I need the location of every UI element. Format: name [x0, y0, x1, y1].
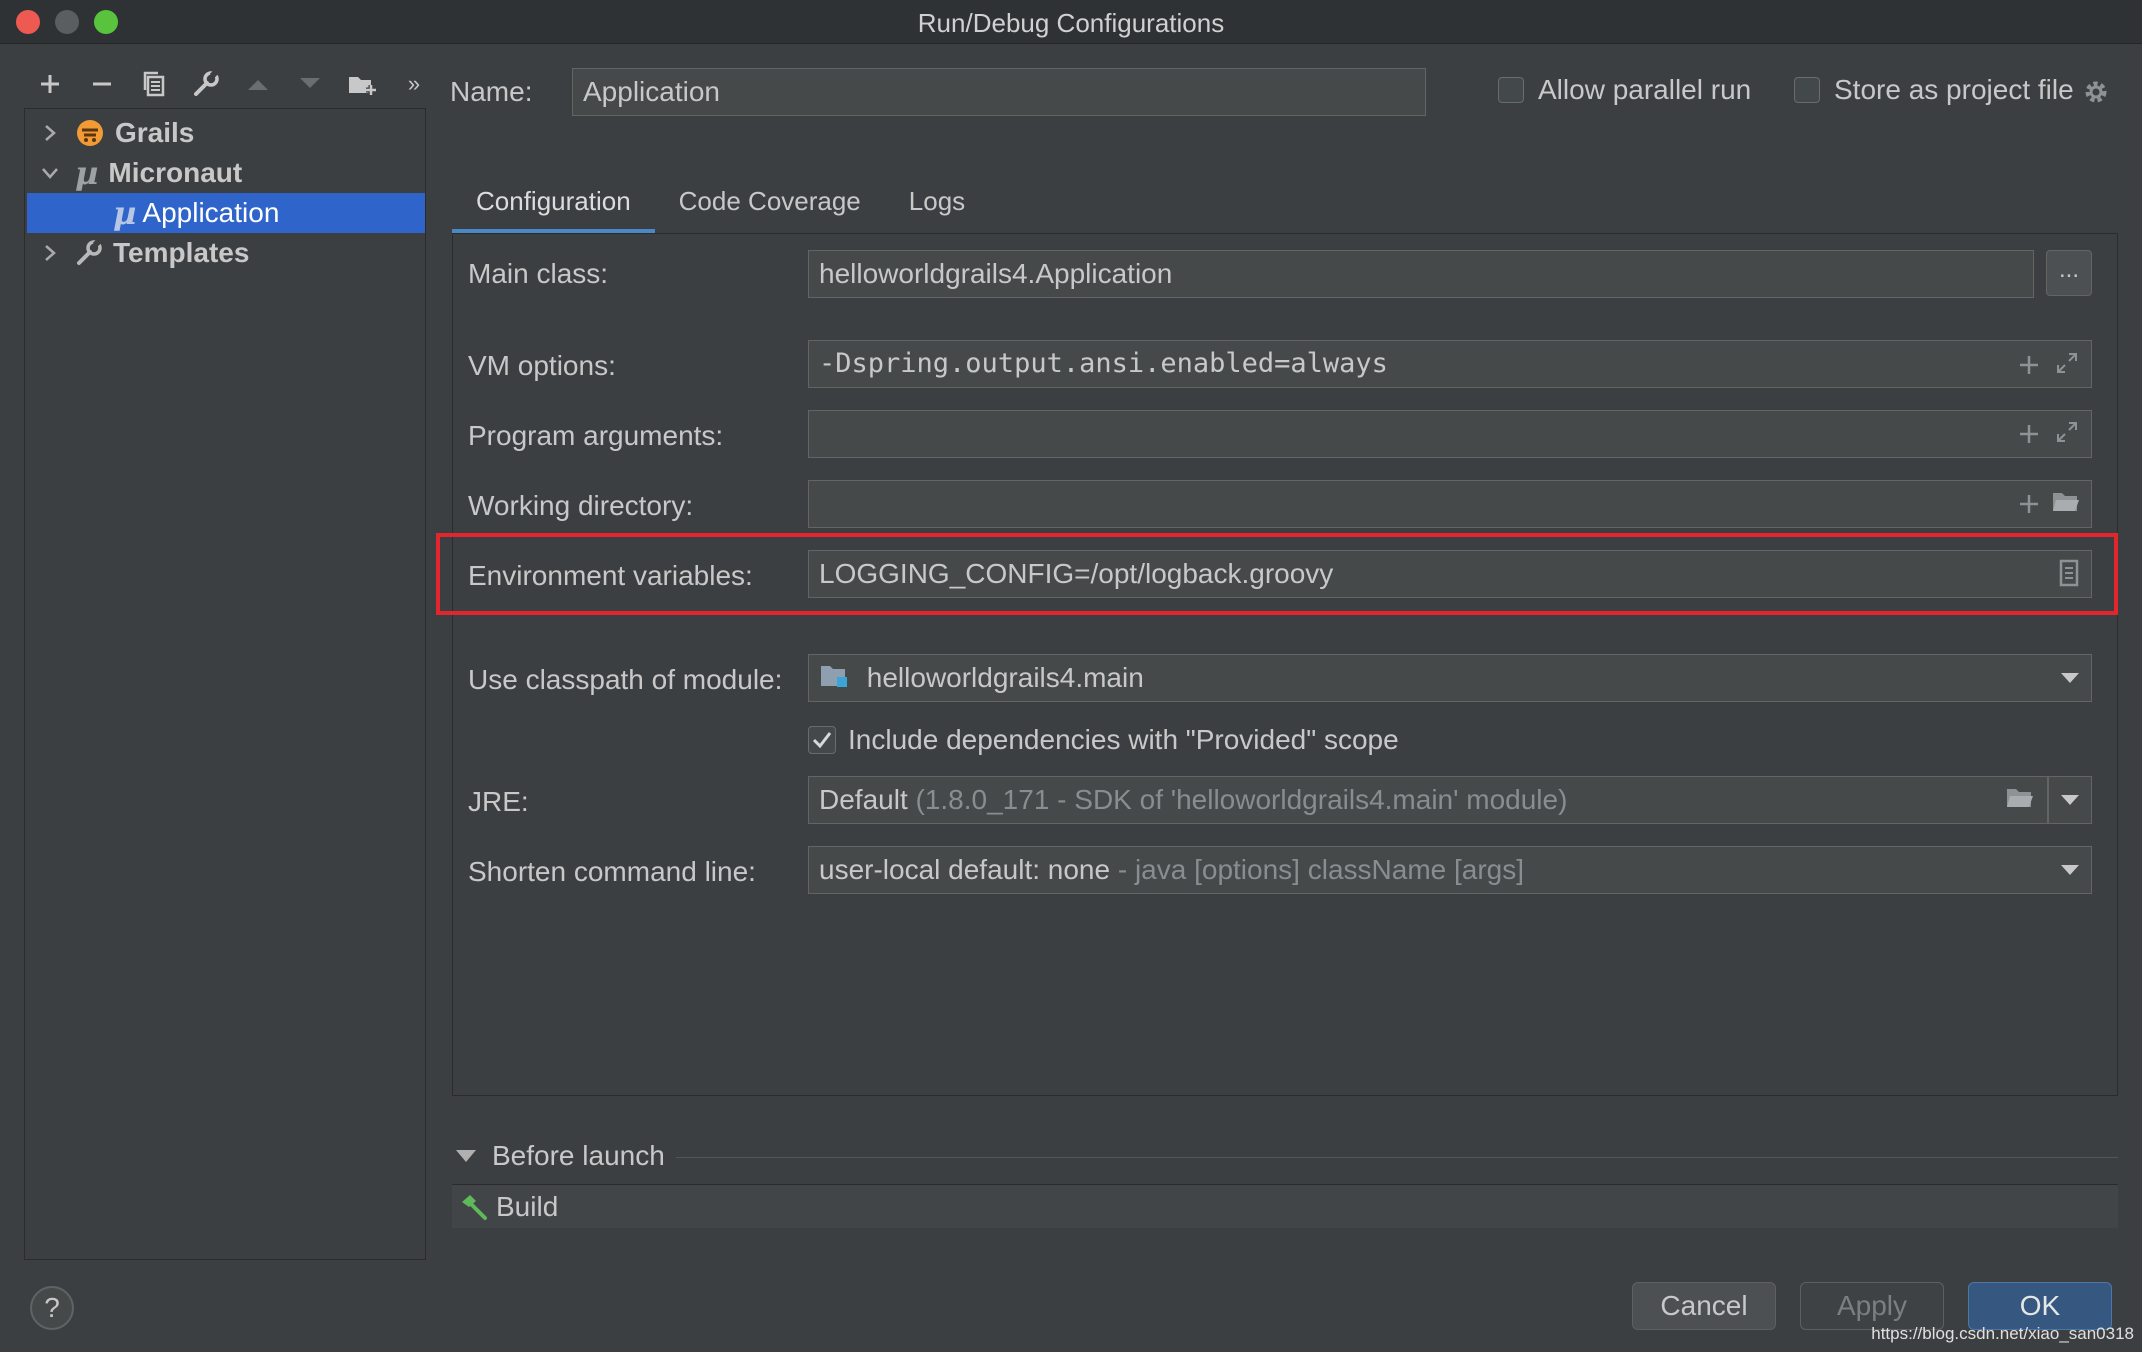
micronaut-icon: µ — [113, 194, 137, 232]
title-bar: Run/Debug Configurations — [0, 0, 2142, 44]
working-directory-label: Working directory: — [468, 490, 694, 521]
tree-item-application[interactable]: µ Application — [27, 193, 425, 233]
allow-parallel-run-label: Allow parallel run — [1538, 74, 1752, 105]
name-label: Name: — [450, 76, 533, 107]
shorten-command-line-label: Shorten command line: — [468, 856, 756, 887]
environment-variables-input[interactable]: LOGGING_CONFIG=/opt/logback.groovy — [808, 550, 2092, 598]
name-input[interactable]: Application — [572, 68, 1426, 116]
tree-item-label: Micronaut — [108, 157, 243, 188]
arrow-down-icon[interactable] — [284, 64, 336, 104]
build-task-label: Build — [496, 1190, 559, 1222]
chevron-down-icon[interactable] — [2061, 673, 2079, 683]
store-as-project-file-checkbox[interactable] — [1794, 77, 1820, 103]
main-class-input[interactable]: helloworldgrails4.Application — [808, 250, 2034, 298]
expand-icon[interactable] — [2055, 349, 2079, 382]
module-folder-icon — [819, 663, 849, 696]
config-tabs: Configuration Code Coverage Logs — [452, 178, 989, 234]
config-toolbar: » — [24, 64, 440, 104]
tree-item-label: Application — [142, 197, 280, 228]
vm-options-label: VM options: — [468, 350, 616, 381]
program-arguments-input[interactable] — [808, 410, 2092, 458]
help-button[interactable]: ? — [30, 1286, 74, 1330]
chevron-down-icon[interactable] — [2061, 865, 2079, 875]
jre-dropdown-button[interactable] — [2048, 776, 2092, 824]
gear-icon[interactable] — [2082, 78, 2110, 111]
arrow-up-icon[interactable] — [232, 64, 284, 104]
cancel-button[interactable]: Cancel — [1632, 1282, 1776, 1330]
hammer-icon — [458, 1192, 488, 1222]
plus-icon[interactable] — [2019, 419, 2039, 451]
tab-logs[interactable]: Logs — [885, 178, 989, 234]
configuration-tree: Grails µ Micronaut µ Application Templat… — [24, 108, 426, 1260]
include-dependencies-label: Include dependencies with "Provided" sco… — [848, 724, 1399, 755]
checkmark-icon — [812, 732, 832, 749]
program-arguments-label: Program arguments: — [468, 420, 724, 451]
allow-parallel-run-checkbox[interactable] — [1498, 77, 1524, 103]
shorten-command-line-value: user-local default: none — [819, 854, 1111, 885]
shorten-command-line-detail: - java [options] className [args] — [1117, 854, 1525, 885]
before-launch-toggle-icon[interactable] — [456, 1150, 476, 1162]
environment-variables-label: Environment variables: — [468, 560, 753, 591]
chevron-right-icon[interactable] — [35, 244, 65, 262]
tree-item-micronaut[interactable]: µ Micronaut — [25, 153, 425, 193]
vm-options-input[interactable]: -Dspring.output.ansi.enabled=always — [808, 340, 2092, 388]
store-as-project-file-label: Store as project file — [1834, 74, 2074, 105]
run-debug-configurations-dialog: Run/Debug Configurations » Grails µ Micr… — [0, 0, 2142, 1352]
plus-icon[interactable] — [2019, 349, 2039, 382]
plus-icon[interactable] — [2019, 489, 2039, 521]
before-launch-label[interactable]: Before launch — [492, 1140, 665, 1172]
tab-configuration[interactable]: Configuration — [452, 178, 655, 234]
micronaut-icon: µ — [75, 154, 99, 192]
classpath-module-select[interactable]: helloworldgrails4.main — [808, 654, 2092, 702]
tree-item-label: Templates — [113, 237, 250, 268]
folder-icon[interactable] — [2051, 489, 2081, 521]
folder-add-icon[interactable] — [336, 64, 388, 104]
wrench-icon — [75, 239, 103, 267]
chevron-down-icon[interactable] — [35, 167, 65, 179]
working-directory-input[interactable] — [808, 480, 2092, 528]
chevron-down-icon — [2061, 795, 2079, 805]
classpath-module-value: helloworldgrails4.main — [866, 662, 1144, 693]
environment-variables-value: LOGGING_CONFIG=/opt/logback.groovy — [819, 558, 1334, 589]
tab-code-coverage[interactable]: Code Coverage — [655, 178, 885, 234]
grails-icon — [75, 118, 105, 148]
watermark: https://blog.csdn.net/xiao_san0318 — [1871, 1324, 2134, 1343]
jre-value: Default — [819, 784, 908, 815]
classpath-module-label: Use classpath of module: — [468, 664, 783, 695]
document-icon[interactable] — [2059, 559, 2079, 594]
main-class-label: Main class: — [468, 258, 609, 289]
copy-icon[interactable] — [128, 64, 180, 104]
jre-detail: (1.8.0_171 - SDK of 'helloworldgrails4.m… — [915, 784, 1568, 815]
tree-item-grails[interactable]: Grails — [25, 113, 425, 153]
tree-item-templates[interactable]: Templates — [25, 233, 425, 273]
jre-label: JRE: — [468, 786, 529, 817]
before-launch-divider — [676, 1157, 2118, 1158]
vm-options-value: -Dspring.output.ansi.enabled=always — [819, 348, 1388, 379]
before-launch-task-build[interactable]: Build — [452, 1184, 2118, 1228]
double-chevron-icon[interactable]: » — [388, 64, 440, 104]
plus-icon[interactable] — [24, 64, 76, 104]
shorten-command-line-select[interactable]: user-local default: none - java [options… — [808, 846, 2092, 894]
tree-item-label: Grails — [115, 117, 195, 148]
minus-icon[interactable] — [76, 64, 128, 104]
window-title: Run/Debug Configurations — [917, 8, 1225, 38]
browse-main-class-button[interactable]: ... — [2046, 250, 2092, 296]
include-dependencies-checkbox[interactable] — [808, 726, 836, 754]
wrench-icon[interactable] — [180, 64, 232, 104]
apply-button[interactable]: Apply — [1800, 1282, 1944, 1330]
chevron-right-icon[interactable] — [35, 124, 65, 142]
expand-icon[interactable] — [2055, 419, 2079, 451]
jre-select[interactable]: Default (1.8.0_171 - SDK of 'helloworldg… — [808, 776, 2048, 824]
ok-button[interactable]: OK — [1968, 1282, 2112, 1330]
folder-icon[interactable] — [2005, 785, 2035, 817]
